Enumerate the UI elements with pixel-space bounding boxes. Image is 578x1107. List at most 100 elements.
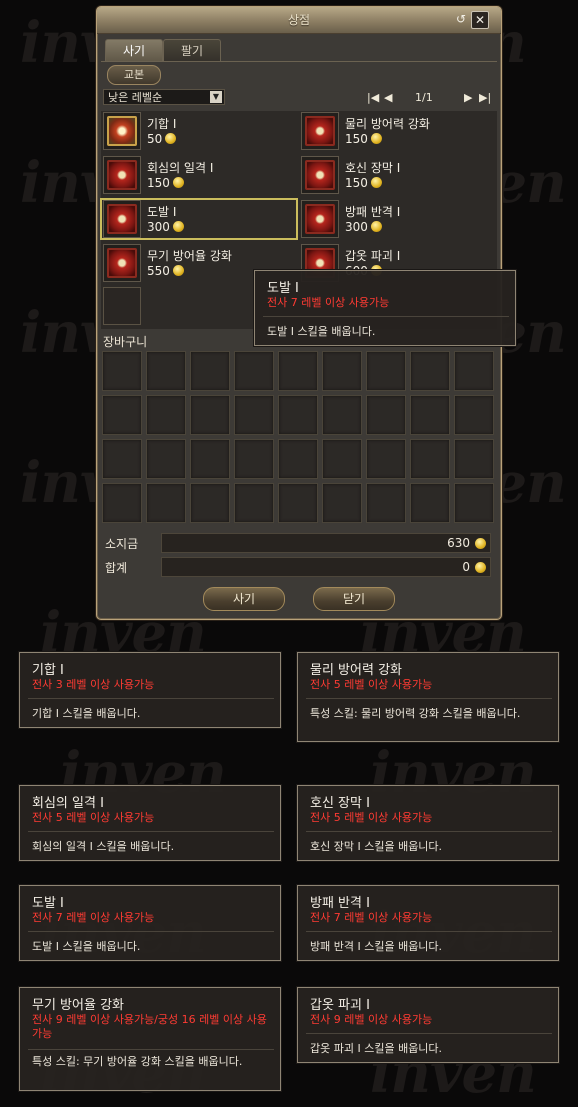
sort-dropdown[interactable]: 낮은 레벨순 ▼ [103, 89, 225, 105]
item-slot[interactable]: 물리 방어력 강화 150 [299, 111, 495, 151]
close-icon[interactable]: ✕ [471, 11, 489, 29]
item-icon-slot [301, 156, 339, 194]
item-slot[interactable]: 회심의 일격 I 150 [101, 155, 297, 195]
cart-slot[interactable] [410, 483, 450, 523]
cart-slot[interactable] [366, 483, 406, 523]
cart-slot[interactable] [278, 483, 318, 523]
skill-book-icon [305, 204, 335, 234]
tooltip-description: 특성 스킬: 무기 방어율 강화 스킬을 배웁니다. [32, 1055, 243, 1068]
tooltip-name: 물리 방어력 강화 [310, 663, 402, 678]
item-price: 550 [147, 264, 184, 278]
item-price: 150 [147, 176, 184, 190]
item-slot[interactable]: 호신 장막 I 150 [299, 155, 495, 195]
item-name: 갑옷 파괴 I [345, 249, 401, 263]
cart-slot[interactable] [190, 483, 230, 523]
cart-slot[interactable] [102, 351, 142, 391]
item-slot-selected[interactable]: 도발 I 300 [100, 198, 298, 240]
tab-sell[interactable]: 팔기 [163, 39, 221, 62]
cart-slot[interactable] [278, 351, 318, 391]
skill-book-icon [107, 160, 137, 190]
chevron-down-icon[interactable]: ▼ [210, 91, 222, 103]
cart-slot[interactable] [454, 483, 494, 523]
tooltip-description: 호신 장막 I 스킬을 배웁니다. [310, 840, 443, 853]
tooltip-requirement: 전사 9 레벨 이상 사용가능 [310, 1013, 433, 1026]
item-slot[interactable]: 방패 반격 I 300 [299, 199, 495, 239]
cart-slot[interactable] [322, 351, 362, 391]
cart-slot[interactable] [146, 439, 186, 479]
cart-slot[interactable] [102, 483, 142, 523]
cart-slot[interactable] [102, 395, 142, 435]
tooltip-name: 방패 반격 I [310, 896, 370, 911]
refresh-icon[interactable]: ↺ [453, 11, 469, 27]
cart-slot[interactable] [190, 439, 230, 479]
window-titlebar[interactable]: 상점 ↺ ✕ [97, 7, 501, 34]
cart-slot[interactable] [146, 351, 186, 391]
cart-slot[interactable] [410, 439, 450, 479]
empty-item-slot [103, 287, 141, 325]
gold-coin-icon [475, 538, 486, 549]
tooltip-divider [306, 1033, 552, 1034]
cart-slot[interactable] [190, 395, 230, 435]
skill-book-icon [305, 116, 335, 146]
tab-buy[interactable]: 사기 [105, 39, 163, 62]
cart-slot[interactable] [234, 351, 274, 391]
hover-tooltip: 도발 I 전사 7 레벨 이상 사용가능 도발 I 스킬을 배웁니다. [254, 270, 516, 346]
item-slot[interactable]: 기합 I 50 [101, 111, 297, 151]
tooltip-requirement: 전사 5 레벨 이상 사용가능 [310, 678, 433, 691]
cart-slot[interactable] [190, 351, 230, 391]
cart-slot[interactable] [146, 483, 186, 523]
money-box: 630 [161, 533, 491, 553]
tooltip-description: 도발 I 스킬을 배웁니다. [267, 325, 376, 338]
cart-slot[interactable] [410, 351, 450, 391]
total-box: 0 [161, 557, 491, 577]
tab-divider [101, 61, 497, 62]
cart-slot[interactable] [234, 395, 274, 435]
gold-coin-icon [172, 265, 184, 276]
cart-slot[interactable] [410, 395, 450, 435]
skill-tooltip: 도발 I 전사 7 레벨 이상 사용가능 도발 I 스킬을 배웁니다. [19, 885, 281, 961]
cart-slot[interactable] [366, 395, 406, 435]
money-label: 소지금 [105, 537, 139, 551]
next-page-icon[interactable]: ▶ [464, 91, 472, 104]
tooltip-divider [28, 931, 274, 932]
cart-grid [102, 351, 496, 527]
first-page-icon[interactable]: |◀ [367, 91, 379, 104]
cart-slot[interactable] [366, 439, 406, 479]
cart-slot[interactable] [322, 439, 362, 479]
close-button[interactable]: 닫기 [313, 587, 395, 611]
buy-button[interactable]: 사기 [203, 587, 285, 611]
tooltip-divider [28, 1049, 274, 1050]
cart-slot[interactable] [278, 395, 318, 435]
tooltip-name: 도발 I [267, 281, 299, 296]
cart-slot[interactable] [454, 439, 494, 479]
total-value: 0 [462, 560, 470, 574]
cart-slot[interactable] [454, 395, 494, 435]
cart-slot[interactable] [366, 351, 406, 391]
cart-slot[interactable] [322, 483, 362, 523]
cart-slot[interactable] [102, 439, 142, 479]
tooltip-description: 기합 I 스킬을 배웁니다. [32, 707, 141, 720]
tooltip-requirement: 전사 5 레벨 이상 사용가능 [32, 811, 155, 824]
tooltip-divider [306, 831, 552, 832]
item-price: 50 [147, 132, 177, 146]
category-button[interactable]: 교본 [107, 65, 161, 85]
tooltip-requirement: 전사 7 레벨 이상 사용가능 [32, 911, 155, 924]
tooltip-name: 기합 I [32, 663, 64, 678]
tooltip-description: 방패 반격 I 스킬을 배웁니다. [310, 940, 443, 953]
cart-slot[interactable] [454, 351, 494, 391]
skill-tooltip: 무기 방어율 강화 전사 9 레벨 이상 사용가능/궁성 16 레벨 이상 사용… [19, 987, 281, 1091]
cart-slot[interactable] [322, 395, 362, 435]
tooltip-divider [28, 698, 274, 699]
last-page-icon[interactable]: ▶| [479, 91, 491, 104]
skill-tooltip: 갑옷 파괴 I 전사 9 레벨 이상 사용가능 갑옷 파괴 I 스킬을 배웁니다… [297, 987, 559, 1063]
item-price: 300 [345, 220, 382, 234]
cart-slot[interactable] [146, 395, 186, 435]
tooltip-divider [306, 931, 552, 932]
cart-slot[interactable] [234, 483, 274, 523]
gold-coin-icon [475, 562, 486, 573]
prev-page-icon[interactable]: ◀ [384, 91, 392, 104]
cart-slot[interactable] [278, 439, 318, 479]
tooltip-name: 도발 I [32, 896, 64, 911]
cart-slot[interactable] [234, 439, 274, 479]
tooltip-description: 회심의 일격 I 스킬을 배웁니다. [32, 840, 175, 853]
